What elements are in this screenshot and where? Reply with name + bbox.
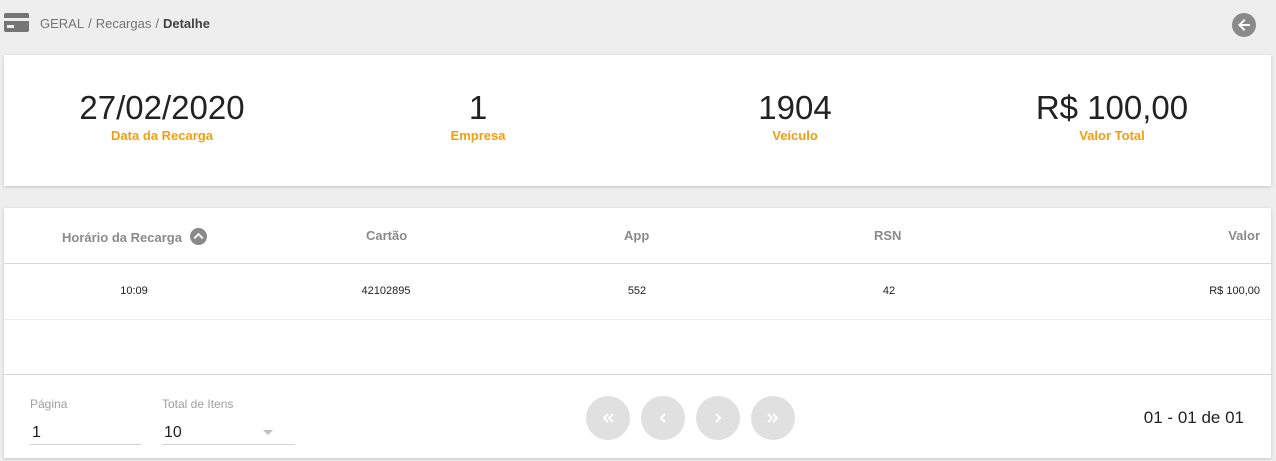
breadcrumb: GERAL / Recargas / Detalhe	[40, 16, 210, 31]
summary-card: 27/02/2020 Data da Recarga 1 Empresa 190…	[4, 55, 1271, 186]
stat-label: Data da Recarga	[111, 128, 213, 143]
breadcrumb-item-recargas[interactable]: Recargas	[96, 16, 152, 31]
cell-app: 552	[627, 285, 647, 297]
last-page-icon	[767, 413, 779, 423]
cell-rsn: 42	[882, 285, 896, 297]
chevron-up-circle-icon[interactable]	[189, 228, 207, 245]
items-per-page-value: 10	[164, 424, 182, 441]
cell-valor: R$ 100,00	[1209, 285, 1260, 297]
breadcrumb-item-detalhe: Detalhe	[162, 16, 210, 31]
top-bar: GERAL / Recargas / Detalhe	[0, 0, 1276, 48]
page-label: Página	[30, 397, 68, 411]
next-page-icon	[715, 413, 722, 423]
column-header-horario[interactable]: Horário da Recarga	[62, 228, 207, 245]
last-page-button[interactable]	[751, 396, 795, 440]
arrow-back-circle-icon	[1232, 13, 1256, 37]
column-header-rsn[interactable]: RSN	[874, 228, 901, 243]
stat-empresa: 1 Empresa	[320, 89, 636, 144]
items-per-page-select[interactable]: 10	[162, 418, 295, 445]
stat-veiculo: 1904 Veículo	[637, 89, 953, 144]
stat-label: Valor Total	[1079, 128, 1145, 143]
prev-page-button[interactable]	[641, 396, 685, 440]
pagination-range-text: 01 - 01 de 01	[1143, 408, 1244, 427]
prev-page-icon	[659, 413, 666, 423]
pagination-bar: Página Total de Itens 10 01 -	[4, 374, 1271, 458]
breadcrumb-separator: /	[155, 16, 159, 31]
next-page-button[interactable]	[696, 396, 740, 440]
column-header-label: Horário da Recarga	[62, 230, 182, 245]
table-row[interactable]: 10:09 42102895 552 42 R$ 100,00	[4, 264, 1271, 320]
breadcrumb-item-geral[interactable]: GERAL	[40, 16, 84, 31]
page-input[interactable]	[30, 418, 141, 445]
stat-value: 1	[468, 89, 488, 126]
recharge-table: Horário da Recarga Cartão App RSN Valor …	[4, 208, 1271, 458]
stat-value: 1904	[758, 89, 832, 126]
chevron-down-icon	[263, 430, 273, 435]
column-header-cartao[interactable]: Cartão	[366, 228, 407, 243]
table-header: Horário da Recarga Cartão App RSN Valor	[4, 208, 1271, 264]
cell-horario: 10:09	[120, 285, 148, 297]
column-header-app[interactable]: App	[624, 228, 649, 243]
items-per-page-label: Total de Itens	[162, 397, 234, 411]
credit-card-icon	[4, 13, 29, 32]
stat-data-recarga: 27/02/2020 Data da Recarga	[4, 89, 320, 144]
stat-label: Veículo	[772, 128, 818, 143]
cell-cartao: 42102895	[361, 285, 411, 297]
first-page-icon	[602, 413, 614, 423]
stat-value: R$ 100,00	[1035, 89, 1189, 126]
stat-valor-total: R$ 100,00 Valor Total	[954, 89, 1270, 144]
stat-value: 27/02/2020	[79, 89, 245, 126]
stat-label: Empresa	[450, 128, 506, 143]
column-header-valor[interactable]: Valor	[1228, 228, 1260, 243]
first-page-button[interactable]	[586, 396, 630, 440]
breadcrumb-separator: /	[88, 16, 92, 31]
back-button[interactable]	[1232, 13, 1256, 37]
